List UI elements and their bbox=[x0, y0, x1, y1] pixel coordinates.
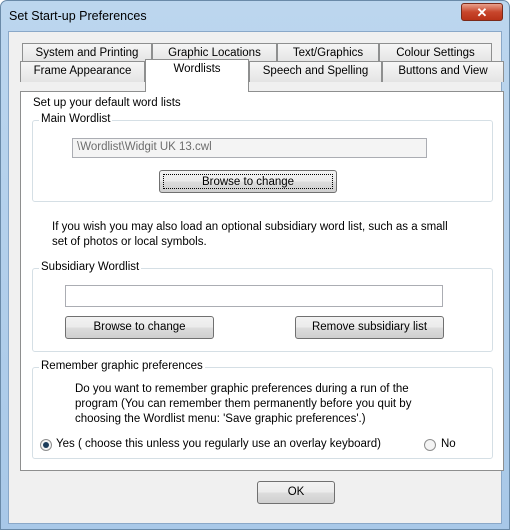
subsidiary-browse-button[interactable]: Browse to change bbox=[65, 316, 214, 339]
remember-preferences-legend: Remember graphic preferences bbox=[39, 360, 205, 372]
main-browse-label: Browse to change bbox=[163, 174, 333, 189]
tab-wordlists[interactable]: Wordlists bbox=[145, 59, 249, 92]
tab-frame-appearance[interactable]: Frame Appearance bbox=[20, 61, 145, 82]
tab-colour-settings[interactable]: Colour Settings bbox=[379, 43, 492, 62]
remember-text-line3: choosing the Wordlist menu: 'Save graphi… bbox=[75, 413, 366, 425]
main-wordlist-group: Main Wordlist \Wordlist\Widgit UK 13.cwl… bbox=[32, 113, 493, 202]
subsidiary-wordlist-group: Subsidiary Wordlist Browse to change Rem… bbox=[32, 261, 493, 352]
tab-text-graphics[interactable]: Text/Graphics bbox=[277, 43, 379, 62]
tab-system-and-printing[interactable]: System and Printing bbox=[22, 43, 152, 62]
optional-text-line1: If you wish you may also load an optiona… bbox=[52, 221, 448, 233]
yes-radio-label[interactable]: Yes ( choose this unless you regularly u… bbox=[56, 438, 381, 450]
main-browse-button[interactable]: Browse to change bbox=[159, 170, 337, 193]
remove-subsidiary-button[interactable]: Remove subsidiary list bbox=[295, 316, 444, 339]
remember-text-line1: Do you want to remember graphic preferen… bbox=[75, 383, 409, 395]
subsidiary-wordlist-path-field[interactable] bbox=[65, 285, 443, 307]
tab-speech-and-spelling[interactable]: Speech and Spelling bbox=[249, 61, 382, 82]
tab-buttons-and-view[interactable]: Buttons and View bbox=[382, 61, 504, 82]
no-radio[interactable] bbox=[424, 439, 436, 451]
ok-button[interactable]: OK bbox=[257, 481, 335, 504]
yes-radio-selected-dot bbox=[43, 442, 49, 448]
main-wordlist-legend: Main Wordlist bbox=[39, 113, 113, 125]
dialog-window: Set Start-up Preferences ✕ System and Pr… bbox=[0, 0, 510, 530]
remember-text-line2: program (You can remember them permanent… bbox=[75, 398, 412, 410]
no-radio-label[interactable]: No bbox=[441, 438, 456, 450]
wordlists-panel: Set up your default word lists Main Word… bbox=[20, 91, 504, 471]
subsidiary-wordlist-legend: Subsidiary Wordlist bbox=[39, 261, 142, 273]
yes-radio[interactable] bbox=[40, 439, 52, 451]
main-wordlist-path-field: \Wordlist\Widgit UK 13.cwl bbox=[72, 138, 427, 158]
title-bar: Set Start-up Preferences ✕ bbox=[1, 1, 509, 31]
close-icon: ✕ bbox=[476, 5, 488, 20]
window-title: Set Start-up Preferences bbox=[9, 9, 147, 23]
optional-text-line2: set of photos or local symbols. bbox=[52, 236, 207, 248]
close-button[interactable]: ✕ bbox=[461, 3, 503, 21]
remember-preferences-group: Remember graphic preferences Do you want… bbox=[32, 360, 493, 459]
intro-label: Set up your default word lists bbox=[33, 97, 181, 109]
dialog-client-area: System and Printing Graphic Locations Te… bbox=[8, 31, 504, 524]
